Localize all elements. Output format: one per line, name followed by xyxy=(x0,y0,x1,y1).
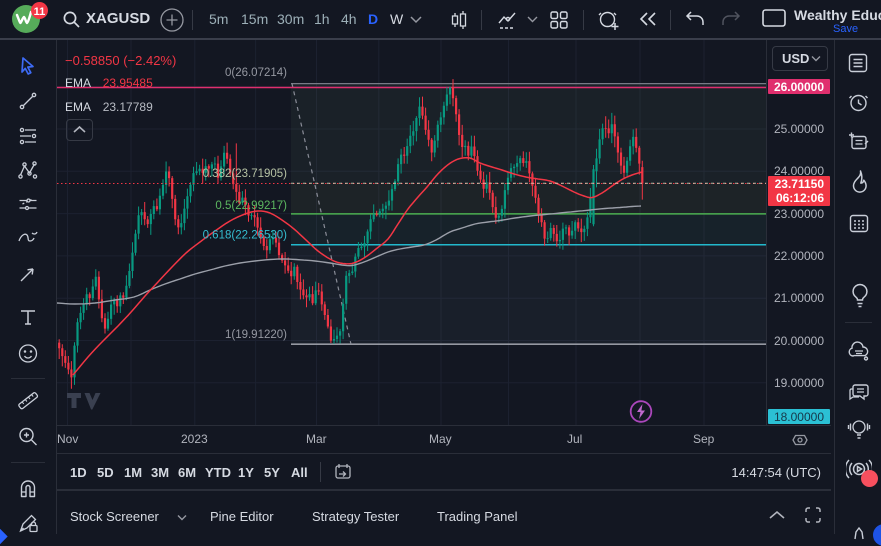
svg-text:0.618(22.26530): 0.618(22.26530) xyxy=(203,230,288,242)
svg-text:1(19.91220): 1(19.91220) xyxy=(225,329,287,341)
svg-text:0.5(22.99217): 0.5(22.99217) xyxy=(215,200,287,212)
svg-text:0.382(23.71905): 0.382(23.71905) xyxy=(203,168,288,180)
svg-text:0(26.07214): 0(26.07214) xyxy=(225,67,287,79)
